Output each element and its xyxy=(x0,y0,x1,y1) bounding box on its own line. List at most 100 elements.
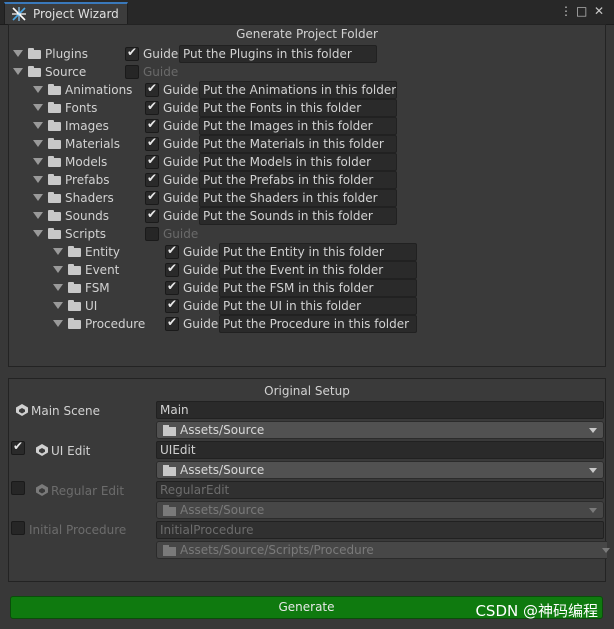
guide-label: Guide xyxy=(163,227,199,241)
guide-checkbox[interactable] xyxy=(145,227,159,241)
guide-text-input[interactable]: Put the Sounds in this folder xyxy=(199,207,397,225)
generate-folder-panel: Generate Project Folder Plugins ✔ Guide Put… xyxy=(8,24,606,367)
expand-triangle-icon[interactable] xyxy=(53,284,63,291)
expand-triangle-icon[interactable] xyxy=(53,266,63,273)
folder-icon xyxy=(48,174,61,185)
expand-triangle-icon[interactable] xyxy=(33,194,43,201)
regular-edit-input[interactable]: RegularEdit xyxy=(156,481,604,499)
original-setup-panel: Original Setup Main Scene Main Assets/So… xyxy=(8,378,610,582)
folder-icon xyxy=(48,84,61,95)
folder-name: Procedure xyxy=(85,317,146,331)
folder-row: Entity ✔ Guide Put the Entity in this folde… xyxy=(9,243,607,261)
close-icon[interactable]: ✕ xyxy=(594,4,604,18)
expand-triangle-icon[interactable] xyxy=(33,176,43,183)
guide-text-input[interactable]: Put the UI in this folder xyxy=(219,297,417,315)
expand-triangle-icon[interactable] xyxy=(33,140,43,147)
folder-icon xyxy=(163,465,176,476)
guide-checkbox[interactable]: ✔ xyxy=(165,279,179,295)
main-scene-path-dropdown[interactable]: Assets/Source xyxy=(156,421,604,439)
generate-section-title: Generate Project Folder xyxy=(236,27,378,41)
checkmark-icon: ✔ xyxy=(147,207,158,221)
folder-name: Entity xyxy=(85,245,121,259)
checkmark-icon: ✔ xyxy=(167,243,178,257)
maximize-icon[interactable]: □ xyxy=(576,4,587,18)
folder-name: Shaders xyxy=(65,191,114,205)
folder-icon xyxy=(68,264,81,275)
ui-edit-path-dropdown[interactable]: Assets/Source xyxy=(156,461,604,479)
expand-triangle-icon[interactable] xyxy=(53,248,63,255)
initial-procedure-path-dropdown[interactable]: Assets/Source/Scripts/Procedure xyxy=(156,541,610,559)
folder-icon xyxy=(163,425,176,436)
guide-checkbox[interactable] xyxy=(125,65,139,79)
guide-label: Guide xyxy=(143,47,179,61)
checkmark-icon: ✔ xyxy=(147,153,158,167)
guide-text-input[interactable]: Put the Shaders in this folder xyxy=(199,189,397,207)
expand-triangle-icon[interactable] xyxy=(33,86,43,93)
folder-row: Animations ✔ Guide Put the Animations in th… xyxy=(9,81,607,99)
expand-triangle-icon[interactable] xyxy=(33,104,43,111)
guide-text-input[interactable]: Put the Plugins in this folder xyxy=(179,45,377,63)
guide-text-input[interactable]: Put the Models in this folder xyxy=(199,153,397,171)
guide-label: Guide xyxy=(163,209,199,223)
expand-triangle-icon[interactable] xyxy=(33,122,43,129)
guide-text-input[interactable]: Put the Procedure in this folder xyxy=(219,315,417,333)
expand-triangle-icon[interactable] xyxy=(53,302,63,309)
guide-checkbox[interactable]: ✔ xyxy=(145,153,159,169)
guide-checkbox[interactable]: ✔ xyxy=(145,81,159,97)
guide-text-input[interactable]: Put the Images in this folder xyxy=(199,117,397,135)
guide-checkbox[interactable]: ✔ xyxy=(145,117,159,133)
chevron-down-icon xyxy=(589,508,597,513)
guide-text-input[interactable]: Put the Fonts in this folder xyxy=(199,99,397,117)
guide-checkbox[interactable]: ✔ xyxy=(165,261,179,277)
guide-text-input[interactable]: Put the Event in this folder xyxy=(219,261,417,279)
main-scene-input[interactable]: Main xyxy=(156,401,604,419)
folder-icon xyxy=(48,156,61,167)
unity-scene-icon xyxy=(16,404,28,416)
guide-text-input[interactable]: Put the Prefabs in this folder xyxy=(199,171,397,189)
ui-edit-input[interactable]: UIEdit xyxy=(156,441,604,459)
folder-icon xyxy=(48,102,61,113)
guide-checkbox[interactable]: ✔ xyxy=(145,171,159,187)
checkmark-icon: ✔ xyxy=(147,99,158,113)
guide-checkbox[interactable]: ✔ xyxy=(165,297,179,313)
guide-checkbox[interactable]: ✔ xyxy=(165,243,179,259)
expand-triangle-icon[interactable] xyxy=(13,68,23,75)
expand-triangle-icon[interactable] xyxy=(33,212,43,219)
unity-scene-icon xyxy=(36,444,48,456)
folder-name: Materials xyxy=(65,137,121,151)
expand-triangle-icon[interactable] xyxy=(13,50,23,57)
folder-icon xyxy=(68,282,81,293)
initial-procedure-checkbox[interactable] xyxy=(11,521,25,535)
more-options-icon[interactable]: ⋮ xyxy=(560,4,572,18)
ui-edit-checkbox[interactable]: ✔ xyxy=(11,439,25,455)
guide-text-input[interactable]: Put the Entity in this folder xyxy=(219,243,417,261)
initial-procedure-input[interactable]: InitialProcedure xyxy=(156,521,604,539)
checkmark-icon: ✔ xyxy=(167,297,178,311)
guide-checkbox[interactable]: ✔ xyxy=(145,189,159,205)
expand-triangle-icon[interactable] xyxy=(33,230,43,237)
checkmark-icon: ✔ xyxy=(147,117,158,131)
folder-icon xyxy=(28,48,41,59)
regular-edit-checkbox[interactable] xyxy=(11,481,25,495)
guide-text-input[interactable]: Put the Materials in this folder xyxy=(199,135,397,153)
folder-name: Fonts xyxy=(65,101,98,115)
folder-icon xyxy=(163,545,176,556)
guide-checkbox[interactable]: ✔ xyxy=(145,135,159,151)
main-scene-path: Assets/Source xyxy=(180,423,265,437)
guide-checkbox[interactable]: ✔ xyxy=(125,45,139,61)
folder-name: FSM xyxy=(85,281,110,295)
regular-edit-path-dropdown[interactable]: Assets/Source xyxy=(156,501,604,519)
expand-triangle-icon[interactable] xyxy=(53,320,63,327)
window-tab[interactable]: Project Wizard xyxy=(4,2,128,24)
guide-checkbox[interactable]: ✔ xyxy=(145,99,159,115)
guide-text-input[interactable]: Put the FSM in this folder xyxy=(219,279,417,297)
folder-icon xyxy=(68,246,81,257)
unity-scene-icon xyxy=(36,484,48,496)
folder-row: Plugins ✔ Guide Put the Plugins in this fol… xyxy=(9,45,607,63)
guide-checkbox[interactable]: ✔ xyxy=(165,315,179,331)
folder-row: FSM ✔ Guide Put the FSM in this folder xyxy=(9,279,607,297)
guide-text-input[interactable]: Put the Animations in this folder xyxy=(199,81,397,99)
folder-icon xyxy=(48,210,61,221)
expand-triangle-icon[interactable] xyxy=(33,158,43,165)
guide-checkbox[interactable]: ✔ xyxy=(145,207,159,223)
